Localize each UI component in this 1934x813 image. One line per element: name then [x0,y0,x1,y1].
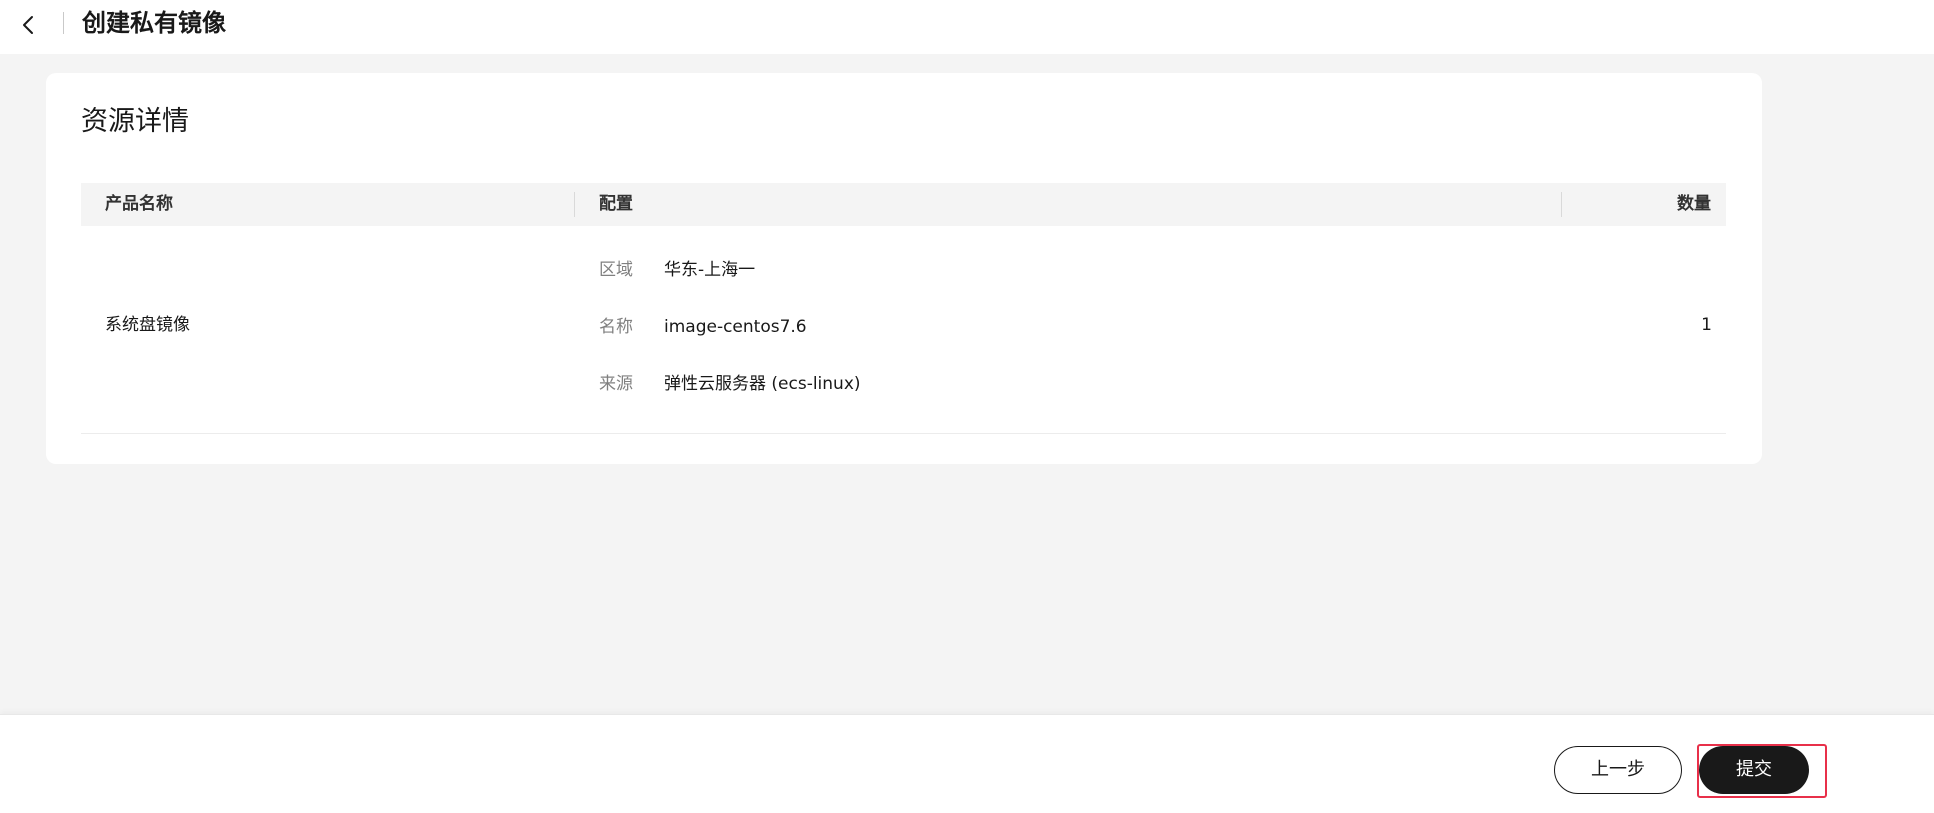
table-header: 产品名称 配置 数量 [81,183,1726,226]
config-value-region: 华东-上海一 [664,260,756,280]
previous-step-button[interactable]: 上一步 [1554,746,1682,794]
column-separator [1561,192,1562,217]
page-header: 创建私有镜像 [0,0,1934,54]
config-value-name: image-centos7.6 [664,317,807,337]
submit-button[interactable]: 提交 [1699,746,1809,794]
config-label-name: 名称 [599,317,633,337]
quantity-cell: 1 [1701,315,1712,335]
column-header-product: 产品名称 [105,194,173,214]
footer-action-bar: 上一步 提交 [0,714,1934,813]
card-title: 资源详情 [81,106,189,137]
row-divider [81,433,1726,434]
page-title: 创建私有镜像 [82,9,226,37]
column-header-quantity: 数量 [1677,194,1711,214]
product-name-cell: 系统盘镜像 [105,315,190,335]
header-divider [63,12,64,34]
back-button[interactable] [14,11,42,39]
resource-details-card: 资源详情 产品名称 配置 数量 系统盘镜像 区域 华东-上海一 名称 image… [46,73,1762,464]
chevron-left-icon [23,16,33,34]
column-separator [574,192,575,217]
column-header-config: 配置 [599,194,633,214]
config-label-source: 来源 [599,374,633,394]
config-value-source: 弹性云服务器 (ecs-linux) [664,374,861,394]
config-label-region: 区域 [599,260,633,280]
